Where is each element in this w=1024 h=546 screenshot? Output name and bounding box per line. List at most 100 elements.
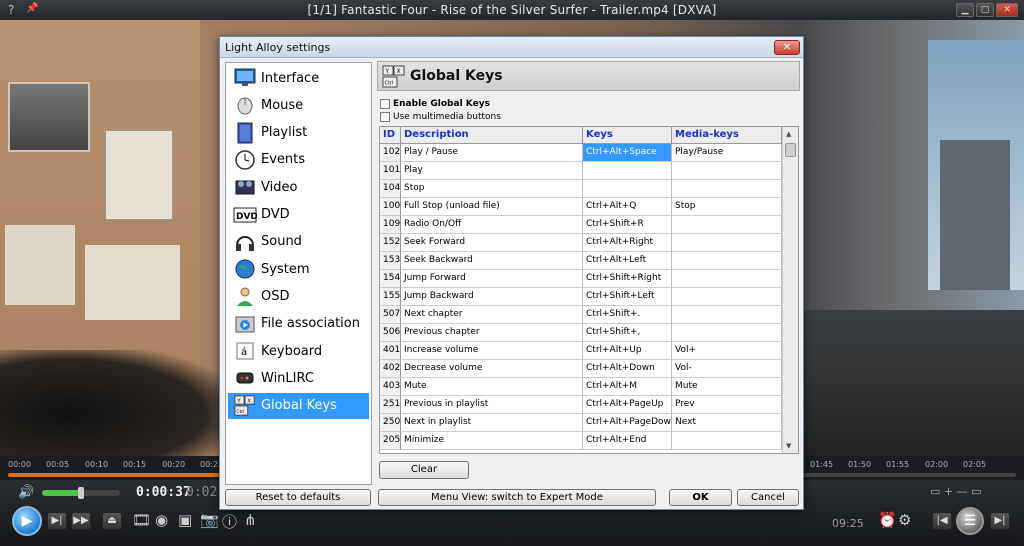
alarm-icon[interactable]: ⏰ <box>878 511 897 529</box>
eject-button[interactable]: ⏏ <box>102 512 122 530</box>
dialog-close-button[interactable]: ✕ <box>774 40 800 55</box>
table-row[interactable]: 507 Next chapter Ctrl+Shift+. <box>380 306 782 324</box>
scroll-up-icon[interactable]: ▲ <box>786 130 791 138</box>
table-row[interactable]: 104 Stop <box>380 180 782 198</box>
column-header-keys[interactable]: Keys <box>583 127 672 144</box>
media-keys-cell[interactable] <box>672 432 782 450</box>
table-row[interactable]: 109 Radio On/Off Ctrl+Shift+R <box>380 216 782 234</box>
keys-cell[interactable]: Ctrl+Shift+Right <box>583 270 672 288</box>
enable-global-keys-checkbox[interactable]: Enable Global Keys <box>380 97 490 110</box>
disc-icon[interactable]: ◉ <box>155 511 168 529</box>
media-keys-cell[interactable] <box>672 306 782 324</box>
network-icon[interactable]: ⋔ <box>244 511 257 529</box>
nav-item-dvd[interactable]: DVD DVD <box>228 202 369 228</box>
film-icon[interactable]: 🎞 <box>132 511 151 529</box>
table-row[interactable]: 152 Seek Forward Ctrl+Alt+Right <box>380 234 782 252</box>
column-header-id[interactable]: ID <box>380 127 401 144</box>
nav-item-global-keys[interactable]: Y X Ctrl Global Keys <box>228 392 369 419</box>
table-row[interactable]: 401 Increase volume Ctrl+Alt+Up Vol+ <box>380 342 782 360</box>
use-multimedia-buttons-checkbox[interactable]: Use multimedia buttons <box>380 110 501 123</box>
scroll-thumb[interactable] <box>785 143 796 157</box>
column-header-description[interactable]: Description <box>401 127 583 144</box>
media-keys-cell[interactable]: Stop <box>672 198 782 216</box>
reset-to-defaults-button[interactable]: Reset to defaults <box>225 489 371 506</box>
keys-cell[interactable] <box>583 162 672 180</box>
playlist-button[interactable]: ☰ <box>956 507 984 535</box>
ok-button[interactable]: OK <box>669 489 732 506</box>
media-keys-cell[interactable] <box>672 180 782 198</box>
camera-icon[interactable]: 📷 <box>200 511 219 529</box>
global-keys-table[interactable]: ID Description Keys Media-keys 102 Play / Pa… <box>379 126 799 454</box>
aspect-controls[interactable]: ▭ + — ▭ <box>930 485 982 498</box>
nav-item-video[interactable]: Video <box>228 174 369 200</box>
minimize-button[interactable]: ▁ <box>956 3 974 17</box>
keys-cell[interactable]: Ctrl+Shift+, <box>583 324 672 342</box>
checkbox-box[interactable] <box>380 98 390 109</box>
media-keys-cell[interactable]: Prev <box>672 396 782 414</box>
media-keys-cell[interactable]: Next <box>672 414 782 432</box>
clear-button[interactable]: Clear <box>379 461 469 479</box>
keys-cell[interactable] <box>583 180 672 198</box>
table-row[interactable]: 506 Previous chapter Ctrl+Shift+, <box>380 324 782 342</box>
keys-cell[interactable]: Ctrl+Alt+M <box>583 378 672 396</box>
nav-item-system[interactable]: System <box>228 256 369 282</box>
keys-cell[interactable]: Ctrl+Alt+Left <box>583 252 672 270</box>
nav-item-sound[interactable]: Sound <box>228 229 369 255</box>
next-track-button[interactable]: ▶| <box>990 512 1010 530</box>
gear-icon[interactable]: ⚙ <box>898 511 911 529</box>
table-row[interactable]: 154 Jump Forward Ctrl+Shift+Right <box>380 270 782 288</box>
expert-mode-button[interactable]: Menu View: switch to Expert Mode <box>378 489 656 506</box>
media-keys-cell[interactable]: Mute <box>672 378 782 396</box>
table-row[interactable]: 155 Jump Backward Ctrl+Shift+Left <box>380 288 782 306</box>
table-row[interactable]: 250 Next in playlist Ctrl+Alt+PageDown Next <box>380 414 782 432</box>
keys-cell[interactable]: Ctrl+Alt+Down <box>583 360 672 378</box>
keys-cell[interactable]: Ctrl+Alt+End <box>583 432 672 450</box>
info-icon[interactable]: ⓘ <box>222 511 237 532</box>
keys-cell[interactable]: Ctrl+Alt+Q <box>583 198 672 216</box>
volume-knob[interactable] <box>78 487 84 499</box>
keys-cell[interactable]: Ctrl+Shift+. <box>583 306 672 324</box>
close-button[interactable]: ✕ <box>996 3 1018 17</box>
media-keys-cell[interactable]: Play/Pause <box>672 144 782 162</box>
table-row[interactable]: 251 Previous in playlist Ctrl+Alt+PageUp Pr… <box>380 396 782 414</box>
image-icon[interactable]: ▣ <box>178 511 192 529</box>
table-row[interactable]: 402 Decrease volume Ctrl+Alt+Down Vol- <box>380 360 782 378</box>
media-keys-cell[interactable] <box>672 216 782 234</box>
next-button[interactable]: ▶▶ <box>71 512 91 530</box>
maximize-button[interactable]: ▢ <box>976 3 994 17</box>
keys-cell[interactable]: Ctrl+Alt+Up <box>583 342 672 360</box>
keys-cell[interactable]: Ctrl+Alt+Right <box>583 234 672 252</box>
media-keys-cell[interactable] <box>672 270 782 288</box>
nav-item-osd[interactable]: OSD <box>228 283 369 309</box>
scroll-down-icon[interactable]: ▼ <box>786 442 791 450</box>
nav-item-events[interactable]: Events <box>228 147 369 173</box>
keys-cell[interactable]: Ctrl+Alt+Space <box>583 144 672 162</box>
table-row[interactable]: 153 Seek Backward Ctrl+Alt+Left <box>380 252 782 270</box>
media-keys-cell[interactable]: Vol- <box>672 360 782 378</box>
cancel-button[interactable]: Cancel <box>737 489 799 506</box>
play-button[interactable]: ▶ <box>12 506 42 536</box>
nav-item-keyboard[interactable]: á Keyboard <box>228 338 369 364</box>
volume-slider[interactable] <box>42 487 120 499</box>
media-keys-cell[interactable] <box>672 288 782 306</box>
media-keys-cell[interactable] <box>672 234 782 252</box>
nav-item-interface[interactable]: Interface <box>228 65 369 91</box>
settings-category-list[interactable]: Interface Mouse Playlist Events Video DVD DVD S… <box>225 62 372 485</box>
checkbox-box[interactable] <box>380 111 390 122</box>
media-keys-cell[interactable]: Vol+ <box>672 342 782 360</box>
media-keys-cell[interactable] <box>672 162 782 180</box>
table-row[interactable]: 101 Play <box>380 162 782 180</box>
speaker-icon[interactable]: 🔊 <box>18 485 34 500</box>
nav-item-mouse[interactable]: Mouse <box>228 92 369 118</box>
media-keys-cell[interactable] <box>672 252 782 270</box>
nav-item-winlirc[interactable]: WinLIRC <box>228 365 369 391</box>
keys-cell[interactable]: Ctrl+Shift+Left <box>583 288 672 306</box>
frame-step-button[interactable]: ▶| <box>47 512 67 530</box>
table-row[interactable]: 102 Play / Pause Ctrl+Alt+Space Play/Pause <box>380 144 782 162</box>
prev-button[interactable]: |◀ <box>932 512 952 530</box>
table-row[interactable]: 403 Mute Ctrl+Alt+M Mute <box>380 378 782 396</box>
keys-cell[interactable]: Ctrl+Alt+PageUp <box>583 396 672 414</box>
column-header-media-keys[interactable]: Media-keys <box>672 127 782 144</box>
nav-item-file-association[interactable]: File association <box>228 311 369 337</box>
table-row[interactable]: 100 Full Stop (unload file) Ctrl+Alt+Q Stop <box>380 198 782 216</box>
